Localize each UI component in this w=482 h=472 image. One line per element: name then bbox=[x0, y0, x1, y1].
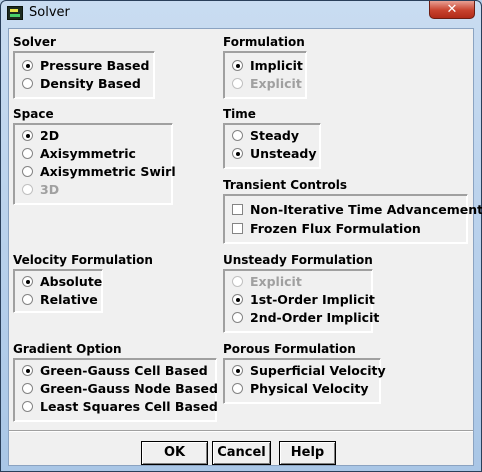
formulation-group: Implicit Explicit bbox=[223, 51, 307, 99]
checkbox-icon bbox=[232, 223, 243, 234]
app-icon bbox=[7, 6, 23, 20]
radio-icon bbox=[232, 276, 243, 287]
dialog-body: Solver Pressure Based Density Based Form… bbox=[8, 28, 482, 466]
radio-selected-icon bbox=[22, 365, 33, 376]
gradient-option-label: Gradient Option bbox=[13, 342, 122, 356]
solver-dialog: Solver ✕ Solver Pressure Based Density B… bbox=[0, 0, 482, 472]
transient-controls-label: Transient Controls bbox=[223, 178, 348, 192]
porous-formulation-label: Porous Formulation bbox=[223, 342, 356, 356]
radio-selected-icon bbox=[232, 148, 243, 159]
radio-selected-icon bbox=[232, 60, 243, 71]
button-separator bbox=[9, 430, 473, 432]
space-label: Space bbox=[13, 107, 54, 121]
radio-icon bbox=[22, 383, 33, 394]
radio-selected-icon bbox=[22, 60, 33, 71]
solver-group: Pressure Based Density Based bbox=[13, 51, 155, 99]
velocity-formulation-label: Velocity Formulation bbox=[13, 253, 153, 267]
radio-selected-icon bbox=[22, 130, 33, 141]
radio-selected-icon bbox=[232, 365, 243, 376]
radio-icon bbox=[232, 78, 243, 89]
radio-icon bbox=[232, 312, 243, 323]
time-group: Steady Unsteady bbox=[223, 123, 321, 169]
title-bar[interactable]: Solver ✕ bbox=[1, 1, 481, 27]
radio-selected-icon bbox=[232, 294, 243, 305]
formulation-label: Formulation bbox=[223, 35, 305, 49]
radio-icon bbox=[22, 166, 33, 177]
radio-icon bbox=[22, 148, 33, 159]
ok-button[interactable]: OK bbox=[141, 441, 208, 465]
time-label: Time bbox=[223, 107, 256, 121]
cancel-button[interactable]: Cancel bbox=[212, 441, 271, 465]
window-title: Solver bbox=[29, 5, 70, 20]
radio-icon bbox=[22, 294, 33, 305]
radio-icon bbox=[22, 184, 33, 195]
unsteady-formulation-label: Unsteady Formulation bbox=[223, 253, 373, 267]
solver-label: Solver bbox=[13, 35, 56, 49]
space-group: 2D Axisymmetric Axisymmetric Swirl 3D bbox=[13, 123, 176, 205]
gradient-option-group: Green-Gauss Cell Based Green-Gauss Node … bbox=[13, 358, 218, 422]
help-button[interactable]: Help bbox=[279, 441, 336, 465]
radio-icon bbox=[22, 78, 33, 89]
radio-icon bbox=[232, 130, 243, 141]
radio-icon bbox=[22, 401, 33, 412]
transient-controls-group: Non-Iterative Time Advancement Frozen Fl… bbox=[223, 194, 482, 244]
close-button[interactable]: ✕ bbox=[429, 1, 475, 19]
porous-formulation-group: Superficial Velocity Physical Velocity bbox=[223, 358, 386, 404]
unsteady-formulation-group: Explicit 1st-Order Implicit 2nd-Order Im… bbox=[223, 269, 379, 333]
radio-icon bbox=[232, 383, 243, 394]
radio-selected-icon bbox=[22, 276, 33, 287]
checkbox-icon bbox=[232, 204, 243, 215]
velocity-formulation-group: Absolute Relative bbox=[13, 269, 103, 313]
